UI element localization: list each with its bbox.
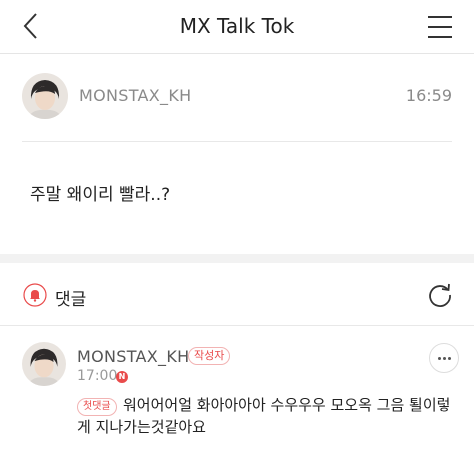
refresh-button[interactable] — [426, 281, 454, 309]
menu-button[interactable] — [426, 14, 454, 40]
comments-header: 댓글 — [0, 263, 474, 326]
user-photo-icon — [22, 73, 68, 119]
post-author-row: MONSTAX_KH 16:59 — [0, 53, 474, 141]
post-timestamp: 16:59 — [405, 86, 452, 105]
section-separator — [0, 254, 474, 263]
new-badge: N — [116, 371, 128, 383]
divider — [22, 141, 452, 142]
back-button[interactable] — [18, 10, 48, 42]
more-dots-icon — [443, 357, 446, 360]
comment-text: 워어어어얼 화아아아아 수우우우 모오옥 그음 퇼이렇게 지나가는것같아요 — [77, 396, 451, 436]
refresh-icon — [429, 283, 451, 307]
post-body-text: 주말 왜이리 빨라..? — [30, 185, 171, 205]
comment-item: MONSTAX_KH 작성자 17:00 N 첫댓글 워어어어얼 화아아아아 수… — [0, 326, 474, 452]
page-title: MX Talk Tok — [179, 14, 295, 38]
user-photo-icon — [22, 342, 66, 386]
more-dots-icon — [438, 357, 441, 360]
hamburger-menu-icon — [428, 16, 452, 38]
more-options-button[interactable] — [429, 343, 459, 373]
chevron-left-icon — [23, 13, 37, 39]
top-navigation-bar: MX Talk Tok — [0, 0, 474, 54]
commenter-username[interactable]: MONSTAX_KH — [77, 347, 189, 366]
post-username[interactable]: MONSTAX_KH — [79, 86, 191, 105]
author-badge: 작성자 — [188, 347, 231, 365]
comments-title: 댓글 — [55, 290, 87, 310]
bell-icon — [23, 283, 47, 307]
comment-timestamp: 17:00 — [77, 368, 118, 384]
author-avatar[interactable] — [22, 73, 68, 119]
commenter-avatar[interactable] — [22, 342, 66, 386]
more-dots-icon — [448, 357, 451, 360]
